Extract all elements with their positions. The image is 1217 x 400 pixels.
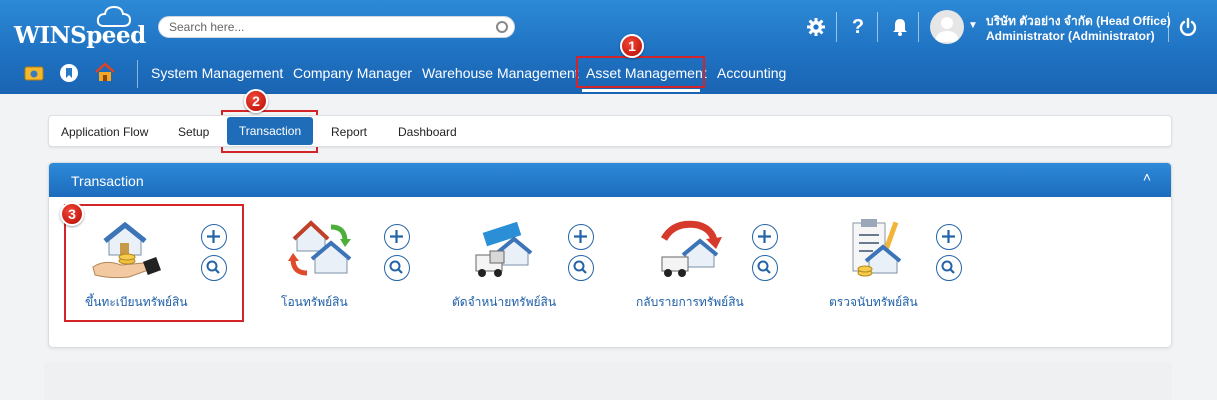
header-divider [836,12,837,42]
bookmark-icon[interactable] [59,63,79,83]
search-transfer-asset-button[interactable] [384,255,410,281]
page-background-strip [44,362,1172,400]
reverse-asset-icon[interactable] [654,215,732,283]
search-retire-asset-button[interactable] [568,255,594,281]
transfer-asset-icon[interactable] [285,215,363,283]
module-system-management[interactable]: System Management [151,65,283,81]
add-count-asset-button[interactable] [936,224,962,250]
power-icon[interactable] [1176,14,1200,40]
step-badge-2: 2 [244,89,268,113]
chevron-down-icon[interactable]: ▼ [968,20,978,31]
retire-asset-icon[interactable] [470,215,548,283]
panel-title: Transaction [71,173,144,189]
nav-divider [137,60,138,88]
search-icon[interactable] [496,21,508,33]
count-asset-icon[interactable] [839,215,917,283]
header-divider [918,12,919,42]
tab-application-flow[interactable]: Application Flow [61,125,148,139]
transfer-asset-label[interactable]: โอนทรัพย์สิน [281,293,348,312]
tab-setup[interactable]: Setup [178,125,209,139]
panel-header[interactable]: Transaction ˄ [49,163,1171,197]
highlight-asset-management [576,56,705,88]
avatar[interactable] [930,10,964,44]
step-badge-3: 3 [60,202,84,226]
add-reverse-asset-button[interactable] [752,224,778,250]
tab-report[interactable]: Report [331,125,367,139]
reverse-asset-label[interactable]: กลับรายการทรัพย์สิน [636,293,744,312]
gear-icon[interactable] [804,14,828,40]
cloud-icon [96,5,132,27]
folder-icon[interactable] [24,64,44,84]
home-icon[interactable] [94,62,115,82]
collapse-icon[interactable]: ˄ [1143,169,1151,185]
search-reverse-asset-button[interactable] [752,255,778,281]
count-asset-label[interactable]: ตรวจนับทรัพย์สิน [829,293,918,312]
help-icon[interactable]: ? [846,14,870,40]
header-divider [877,12,878,42]
sub-tabs: Application Flow Setup Transaction Repor… [48,115,1172,147]
module-warehouse-management[interactable]: Warehouse Management [422,65,579,81]
search-count-asset-button[interactable] [936,255,962,281]
header-divider [1168,12,1169,42]
tab-dashboard[interactable]: Dashboard [398,125,457,139]
search-input[interactable] [169,17,489,37]
module-company-manager[interactable]: Company Manager [293,65,412,81]
item-count-asset: ตรวจนับทรัพย์สิน [829,215,989,309]
bell-icon[interactable] [888,14,912,40]
module-accounting[interactable]: Accounting [717,65,786,81]
add-transfer-asset-button[interactable] [384,224,410,250]
highlight-register-asset [64,204,244,322]
tab-transaction[interactable]: Transaction [227,117,313,145]
active-module-indicator [582,89,700,92]
step-badge-1: 1 [620,34,644,58]
retire-asset-label[interactable]: ตัดจำหน่ายทรัพย์สิน [452,293,556,312]
search-box[interactable] [158,16,515,38]
item-transfer-asset: โอนทรัพย์สิน [281,215,441,309]
user-role[interactable]: Administrator (Administrator) [986,29,1155,43]
add-retire-asset-button[interactable] [568,224,594,250]
